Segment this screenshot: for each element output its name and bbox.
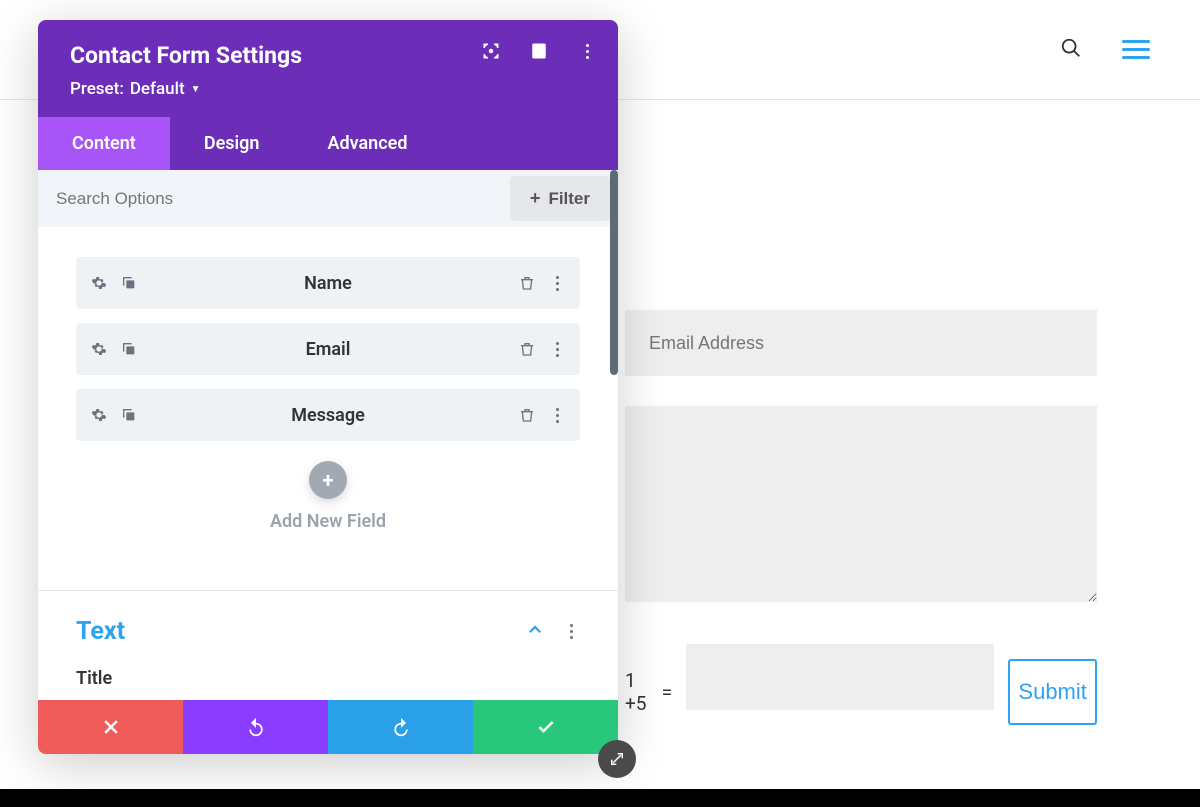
filter-button[interactable]: + Filter <box>510 176 610 221</box>
footer-bar <box>0 789 1200 807</box>
field-label: Name <box>138 273 518 294</box>
preset-value: Default <box>130 79 185 99</box>
contact-form-preview: 1 +5 = Submit <box>625 310 1097 740</box>
redo-button[interactable] <box>328 700 473 754</box>
gear-icon[interactable] <box>90 340 108 358</box>
field-row-message[interactable]: Message <box>76 389 580 441</box>
chevron-down-icon: ▼ <box>191 84 201 95</box>
gear-icon[interactable] <box>90 274 108 292</box>
captcha-row: 1 +5 = Submit <box>625 644 1097 740</box>
tab-advanced[interactable]: Advanced <box>293 117 441 170</box>
duplicate-icon[interactable] <box>120 340 138 358</box>
trash-icon[interactable] <box>518 406 536 424</box>
field-label: Email <box>138 339 518 360</box>
modal-header: Contact Form Settings Preset: Default ▼ <box>38 20 618 117</box>
fields-panel: Name Email <box>38 227 618 560</box>
email-field[interactable] <box>625 310 1097 376</box>
message-field[interactable] <box>625 406 1097 602</box>
more-options-icon[interactable] <box>548 406 566 424</box>
duplicate-icon[interactable] <box>120 406 138 424</box>
tab-content[interactable]: Content <box>38 117 170 170</box>
search-row: + Filter <box>38 170 618 227</box>
add-field-button[interactable]: + <box>309 461 347 499</box>
more-options-icon[interactable] <box>548 340 566 358</box>
plus-icon: + <box>530 188 541 209</box>
title-label: Title <box>76 668 580 689</box>
preset-dropdown[interactable]: Preset: Default ▼ <box>70 79 201 99</box>
modal-tabs: Content Design Advanced <box>38 117 618 170</box>
field-label: Message <box>138 405 518 426</box>
gear-icon[interactable] <box>90 406 108 424</box>
undo-button[interactable] <box>183 700 328 754</box>
tab-design[interactable]: Design <box>170 117 294 170</box>
field-row-email[interactable]: Email <box>76 323 580 375</box>
search-options-input[interactable] <box>38 173 510 225</box>
modal-body: + Filter Name Email <box>38 170 618 700</box>
more-options-icon[interactable] <box>548 274 566 292</box>
duplicate-icon[interactable] <box>120 274 138 292</box>
captcha-equals: = <box>662 681 672 704</box>
submit-button[interactable]: Submit <box>1008 659 1097 725</box>
add-field-label: Add New Field <box>76 511 580 532</box>
trash-icon[interactable] <box>518 340 536 358</box>
header-controls <box>482 42 596 60</box>
settings-modal: Contact Form Settings Preset: Default ▼ … <box>38 20 618 754</box>
captcha-input[interactable] <box>686 644 994 710</box>
resize-handle-icon[interactable] <box>598 740 636 778</box>
scrollbar[interactable] <box>610 170 618 375</box>
chevron-up-icon[interactable] <box>526 621 544 643</box>
text-section-title: Text <box>76 617 125 646</box>
save-button[interactable] <box>473 700 618 754</box>
more-options-icon[interactable] <box>578 42 596 60</box>
responsive-icon[interactable] <box>530 42 548 60</box>
modal-footer <box>38 700 618 754</box>
field-row-name[interactable]: Name <box>76 257 580 309</box>
search-icon[interactable] <box>1060 37 1082 63</box>
captcha-question: 1 +5 <box>625 669 648 715</box>
text-section-header[interactable]: Text <box>76 617 580 646</box>
text-section: Text Title <box>38 591 618 700</box>
add-field-group: + Add New Field <box>76 461 580 532</box>
preset-label-prefix: Preset: <box>70 79 124 99</box>
hamburger-menu-icon[interactable] <box>1122 40 1150 59</box>
cancel-button[interactable] <box>38 700 183 754</box>
more-options-icon[interactable] <box>562 623 580 641</box>
filter-label: Filter <box>548 189 590 209</box>
expand-icon[interactable] <box>482 42 500 60</box>
trash-icon[interactable] <box>518 274 536 292</box>
